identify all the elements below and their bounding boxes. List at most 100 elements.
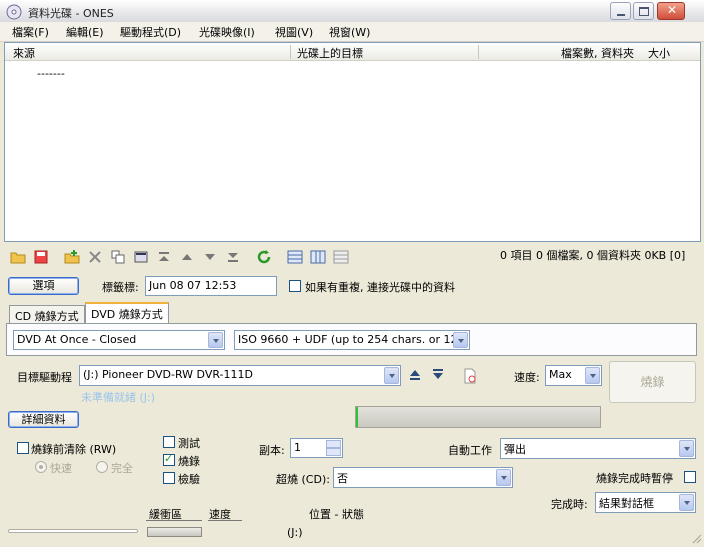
burn-mode-value: DVD At Once - Closed bbox=[17, 333, 137, 346]
spin-down-icon[interactable] bbox=[326, 448, 341, 456]
position-slider[interactable] bbox=[8, 529, 138, 533]
tab-panel: DVD At Once - Closed ISO 9660 + UDF (up … bbox=[6, 323, 697, 356]
volume-label-input[interactable]: Jun 08 07 12:53 bbox=[145, 276, 277, 296]
erase-full-label: 完全 bbox=[111, 462, 133, 475]
pause-on-complete-checkbox[interactable] bbox=[684, 471, 696, 483]
close-button[interactable]: ✕ bbox=[657, 2, 685, 20]
col-size[interactable]: 大小 bbox=[648, 45, 670, 61]
open-folder-icon[interactable] bbox=[10, 249, 26, 265]
tab-dvd-mode[interactable]: DVD 燒錄方式 bbox=[85, 302, 169, 325]
move-up-icon[interactable] bbox=[179, 249, 195, 265]
view-details-icon[interactable] bbox=[287, 249, 303, 265]
column-separator[interactable] bbox=[290, 45, 291, 59]
toolbar: 0 項目 0 個檔案, 0 個資料夾 0KB [0] bbox=[0, 243, 704, 271]
delete-icon[interactable] bbox=[87, 249, 103, 265]
move-bottom-icon[interactable] bbox=[225, 249, 241, 265]
app-disc-icon bbox=[6, 4, 22, 20]
spin-up-icon[interactable] bbox=[326, 440, 341, 448]
add-files-icon[interactable] bbox=[64, 249, 80, 265]
move-top-icon[interactable] bbox=[156, 249, 172, 265]
on-complete-value: 結果對話框 bbox=[599, 497, 654, 510]
burn-label: 燒錄 bbox=[178, 455, 200, 468]
list-item[interactable]: ------- bbox=[37, 67, 65, 80]
details-button[interactable]: 詳細資料 bbox=[8, 411, 79, 428]
overburn-select[interactable]: 否 bbox=[333, 467, 513, 488]
col-source[interactable]: 來源 bbox=[13, 45, 35, 61]
column-separator[interactable] bbox=[478, 45, 479, 59]
menu-image[interactable]: 光碟映像(I) bbox=[197, 24, 257, 40]
maximize-button[interactable] bbox=[633, 2, 654, 20]
auto-job-value: 彈出 bbox=[504, 443, 526, 456]
chevron-down-icon[interactable] bbox=[496, 469, 511, 486]
tab-cd-mode[interactable]: CD 燒錄方式 bbox=[9, 305, 85, 324]
volume-label-text: 標籤標: bbox=[102, 281, 139, 294]
menu-window[interactable]: 視窗(W) bbox=[327, 24, 372, 40]
refresh-icon[interactable] bbox=[256, 249, 272, 265]
buffer-meter bbox=[147, 527, 202, 537]
on-complete-label: 完成時: bbox=[551, 498, 588, 511]
col-count[interactable]: 檔案數, 資料夾 bbox=[561, 45, 634, 61]
disc-info-icon[interactable] bbox=[463, 368, 477, 384]
position-status-header: 位置 - 狀態 bbox=[309, 508, 364, 521]
file-list[interactable]: 來源 光碟上的目標 檔案數, 資料夾 大小 ------- bbox=[4, 42, 701, 242]
close-icon: ✕ bbox=[667, 3, 678, 17]
filesystem-value: ISO 9660 + UDF (up to 254 chars. or 127 … bbox=[238, 333, 470, 346]
copies-label: 副本: bbox=[259, 444, 285, 457]
divider bbox=[146, 520, 202, 521]
chevron-down-icon[interactable] bbox=[453, 332, 468, 348]
chevron-down-icon[interactable] bbox=[679, 494, 694, 511]
list-header: 來源 光碟上的目標 檔案數, 資料夾 大小 bbox=[5, 43, 700, 61]
load-tray-icon[interactable] bbox=[431, 368, 445, 382]
list-summary: 0 項目 0 個檔案, 0 個資料夾 0KB [0] bbox=[500, 249, 686, 262]
minimize-button[interactable] bbox=[610, 2, 631, 20]
progress-fill bbox=[356, 407, 358, 427]
filesystem-select[interactable]: ISO 9660 + UDF (up to 254 chars. or 127 … bbox=[234, 330, 470, 350]
view-columns-icon[interactable] bbox=[310, 249, 326, 265]
chevron-down-icon[interactable] bbox=[208, 332, 223, 348]
speed-value: Max bbox=[549, 368, 572, 381]
chevron-down-icon[interactable] bbox=[585, 367, 600, 384]
menu-edit[interactable]: 編輯(E) bbox=[64, 24, 106, 40]
title-bar: 資料光碟 - ONES ✕ bbox=[0, 0, 704, 24]
view-list-icon[interactable] bbox=[333, 249, 349, 265]
copies-input[interactable]: 1 bbox=[290, 438, 343, 458]
multisession-checkbox[interactable] bbox=[289, 280, 301, 292]
target-drive-value: (J:) Pioneer DVD-RW DVR-111D bbox=[83, 368, 253, 381]
erase-fast-label: 快速 bbox=[50, 462, 72, 475]
drive-status: 未準備就緒 (J:) bbox=[81, 391, 156, 404]
erase-before-checkbox[interactable] bbox=[17, 442, 29, 454]
verify-label: 檢驗 bbox=[178, 473, 200, 486]
pause-on-complete-label: 燒錄完成時暫停 bbox=[596, 472, 673, 485]
erase-before-label: 燒錄前清除 (RW) bbox=[31, 443, 117, 456]
burn-checkbox[interactable] bbox=[163, 452, 175, 466]
overburn-label: 超燒 (CD): bbox=[276, 473, 330, 486]
target-drive-select[interactable]: (J:) Pioneer DVD-RW DVR-111D bbox=[79, 365, 401, 386]
new-folder-icon[interactable] bbox=[110, 249, 126, 265]
auto-job-select[interactable]: 彈出 bbox=[500, 438, 696, 459]
chevron-down-icon[interactable] bbox=[679, 440, 694, 457]
on-complete-select[interactable]: 結果對話框 bbox=[595, 492, 696, 513]
burn-button[interactable]: 燒錄 bbox=[609, 361, 696, 403]
speed-select[interactable]: Max bbox=[545, 365, 602, 386]
eject-icon[interactable] bbox=[408, 368, 422, 382]
properties-icon[interactable] bbox=[133, 249, 149, 265]
window-title: 資料光碟 - ONES bbox=[28, 7, 114, 20]
col-target[interactable]: 光碟上的目標 bbox=[297, 45, 363, 61]
move-down-icon[interactable] bbox=[202, 249, 218, 265]
resize-grip-icon[interactable] bbox=[690, 532, 702, 544]
verify-checkbox[interactable] bbox=[163, 472, 175, 484]
save-icon[interactable] bbox=[33, 249, 49, 265]
test-checkbox[interactable] bbox=[163, 436, 175, 448]
erase-full-radio[interactable] bbox=[96, 461, 108, 473]
menu-drive[interactable]: 驅動程式(D) bbox=[118, 24, 183, 40]
options-button[interactable]: 選項 bbox=[8, 277, 79, 295]
menu-file[interactable]: 檔案(F) bbox=[10, 24, 51, 40]
divider bbox=[208, 520, 242, 521]
target-drive-label: 目標驅動程 bbox=[17, 371, 72, 384]
burn-mode-select[interactable]: DVD At Once - Closed bbox=[13, 330, 225, 350]
chevron-down-icon[interactable] bbox=[384, 367, 399, 384]
menu-view[interactable]: 視圖(V) bbox=[273, 24, 315, 40]
multisession-label: 如果有重複, 連接光碟中的資料 bbox=[305, 281, 455, 294]
drive-letter-status: (J:) bbox=[287, 526, 303, 539]
erase-fast-radio[interactable] bbox=[35, 461, 47, 473]
